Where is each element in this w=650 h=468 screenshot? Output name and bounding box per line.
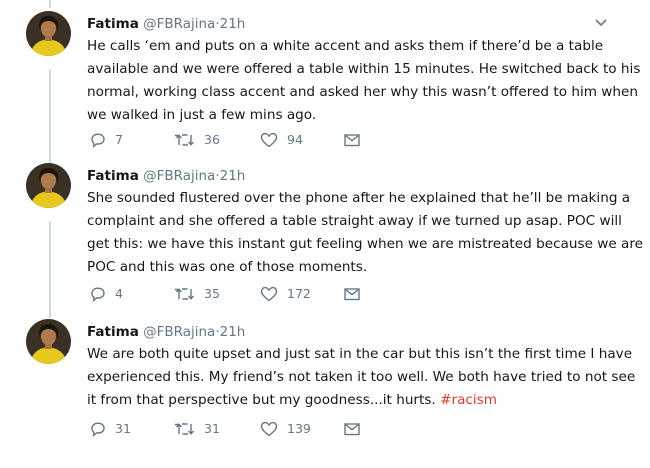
message-icon [344,134,360,147]
like-button[interactable]: 94 [260,130,303,150]
timestamp[interactable]: ·21h [215,16,245,32]
user-name[interactable]: Fatima [87,168,139,184]
retweet-count: 35 [204,286,220,301]
reply-count: 4 [115,286,123,301]
tweet-text-line: normal, working class accent and asked h… [87,84,639,100]
user-name[interactable]: Fatima [87,324,139,340]
tweet-text-line: complaint and she offered a table straig… [87,213,622,229]
tweet-text-line: get this: we have this instant gut feeli… [87,236,644,252]
retweet-button[interactable]: 35 [175,284,220,304]
retweet-icon [175,134,195,146]
retweet-count: 31 [204,421,220,436]
reply-count: 7 [115,132,123,147]
chevron-down-icon[interactable] [592,14,610,32]
tweet[interactable]: Fatima @FBRajina·21h She sounded fluster… [0,162,650,312]
like-icon [260,286,278,302]
tweet[interactable]: Fatima @FBRajina·21h We are both quite u… [0,318,650,468]
reply-count: 31 [115,421,131,436]
user-handle[interactable]: @FBRajina [143,16,215,32]
tweet[interactable]: Fatima @FBRajina·21h He calls ‘em and pu… [0,10,650,160]
hashtag-link[interactable]: #racism [440,392,497,408]
like-button[interactable]: 172 [260,284,311,304]
tweet-text-line: We are both quite upset and just sat in … [87,346,633,362]
retweet-icon [175,288,195,300]
message-icon [344,288,360,301]
message-button[interactable] [343,130,361,150]
tweet-text-line: available and we were offered a table wi… [87,61,641,77]
tweet-text-line: experienced this. My friend’s not taken … [87,369,636,385]
retweet-button[interactable]: 31 [175,419,220,439]
reply-button[interactable]: 31 [90,419,131,439]
retweet-count: 36 [204,132,220,147]
user-name[interactable]: Fatima [87,16,139,32]
tweet-text-line: He calls ‘em and puts on a white accent … [87,38,604,54]
message-icon [344,423,360,436]
message-button[interactable] [343,284,361,304]
tweet-text-span: it from that perspective but my goodness… [87,392,441,408]
timestamp[interactable]: ·21h [215,324,245,340]
reply-button[interactable]: 7 [90,130,123,150]
timestamp[interactable]: ·21h [215,168,245,184]
tweet-text: He calls ‘em and puts on a white accent … [87,35,641,127]
tweet-header: Fatima @FBRajina·21h [87,164,245,188]
tweet-text-line: She sounded flustered over the phone aft… [87,190,631,206]
user-handle[interactable]: @FBRajina [143,168,215,184]
like-count: 139 [287,421,311,436]
thread-line [49,0,51,8]
tweet-text: She sounded flustered over the phone aft… [87,187,644,279]
tweet-text-line: it from that perspective but my goodness… [87,389,622,412]
avatar[interactable] [26,319,71,364]
reply-button[interactable]: 4 [90,284,123,304]
tweet-text: We are both quite upset and just sat in … [87,343,636,412]
avatar[interactable] [26,11,71,56]
like-icon [260,421,278,437]
like-count: 94 [287,132,303,147]
retweet-icon [175,423,195,435]
tweet-header: Fatima @FBRajina·21h [87,12,245,36]
avatar[interactable] [26,163,71,208]
tweet-header: Fatima @FBRajina·21h [87,320,245,344]
reply-icon [91,422,105,437]
user-handle[interactable]: @FBRajina [143,324,215,340]
like-button[interactable]: 139 [260,419,311,439]
retweet-button[interactable]: 36 [175,130,220,150]
like-count: 172 [287,286,311,301]
reply-icon [91,287,105,302]
like-icon [260,132,278,148]
tweet-text-line: POC and this was one of those moments. [87,259,368,275]
tweet-text-line: we walked in just a few mins ago. [87,107,317,123]
message-button[interactable] [343,419,361,439]
reply-icon [91,133,105,148]
